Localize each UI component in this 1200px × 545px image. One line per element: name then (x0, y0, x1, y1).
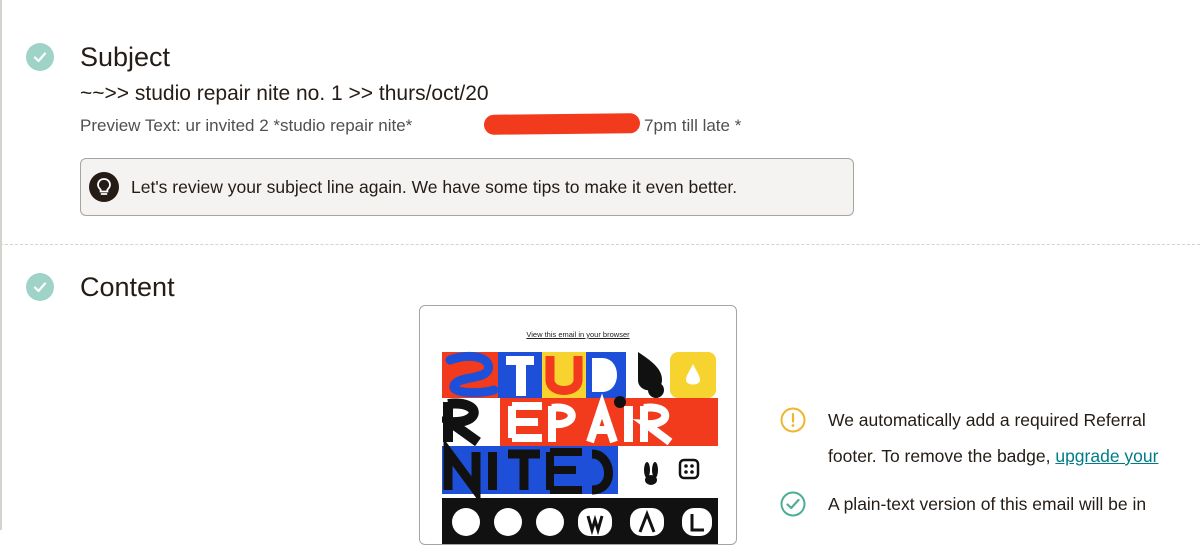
content-heading: Content (80, 272, 175, 302)
view-in-browser-link[interactable]: View this email in your browser (420, 330, 736, 339)
left-border (0, 0, 2, 530)
plain-text-notice-line: A plain-text version of this email will … (828, 494, 1147, 514)
subject-tip-banner[interactable]: Let's review your subject line again. We… (80, 158, 854, 216)
content-check-icon (26, 273, 54, 301)
warning-circle-icon (780, 407, 806, 433)
preview-text-tail: 7pm till late * (644, 116, 742, 135)
redaction-mark (483, 113, 641, 135)
plain-text-notice: A plain-text version of this email will … (780, 491, 1146, 522)
subject-line-text: ~~>> studio repair nite no. 1 >> thurs/o… (80, 82, 489, 105)
subject-check-icon (26, 43, 54, 71)
email-preview-thumbnail[interactable]: View this email in your browser (419, 305, 737, 545)
subject-heading: Subject (80, 42, 171, 72)
tip-text: Let's review your subject line again. We… (131, 176, 738, 197)
referral-notice-line1: We automatically add a required Referral (828, 410, 1146, 430)
email-artwork-image (442, 351, 718, 544)
lightbulb-icon (89, 172, 119, 202)
referral-notice-line2: footer. To remove the badge, (828, 446, 1051, 466)
check-outline-icon (780, 491, 806, 517)
preview-text: Preview Text: ur invited 2 *studio repai… (80, 116, 413, 135)
section-divider (0, 244, 1200, 245)
upgrade-link[interactable]: upgrade your (1055, 446, 1158, 466)
referral-badge-notice: We automatically add a required Referral… (780, 407, 1158, 474)
